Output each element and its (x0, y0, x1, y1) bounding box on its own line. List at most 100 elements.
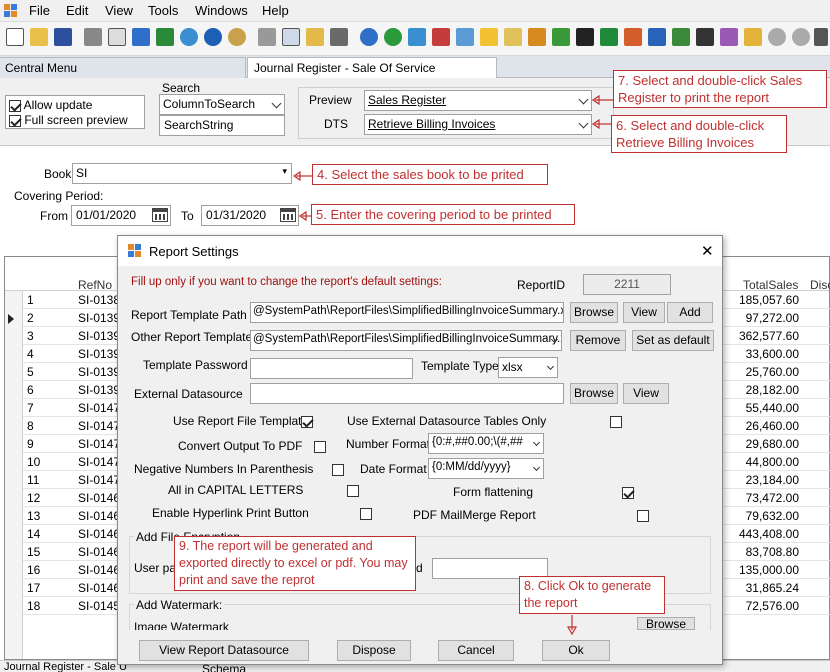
more-icon[interactable] (814, 28, 828, 46)
template-password-input[interactable] (250, 358, 413, 379)
shapes-icon[interactable] (624, 28, 642, 46)
pdf-mailmerge-checkbox[interactable] (637, 509, 650, 522)
refno-cell[interactable]: SI-0145 (78, 599, 120, 613)
zoom-in-icon[interactable] (792, 28, 810, 46)
refno-cell[interactable]: SI-0139 (78, 329, 120, 343)
help-icon[interactable] (360, 28, 378, 46)
column-to-search-select[interactable]: ColumnToSearch (159, 94, 285, 115)
search-string-input[interactable]: SearchString (159, 115, 285, 136)
row-number[interactable]: 17 (27, 581, 40, 595)
row-number[interactable]: 18 (27, 599, 40, 613)
menu-help[interactable]: Help (262, 3, 289, 18)
browse-watermark-button[interactable]: Browse (637, 617, 695, 630)
row-number[interactable]: 1 (27, 293, 34, 307)
tab-journal-register[interactable]: Journal Register - Sale Of Service (247, 57, 497, 78)
row-number[interactable]: 16 (27, 563, 40, 577)
view-datasource-button[interactable]: View (623, 383, 669, 404)
add-template-button[interactable]: Add (667, 302, 713, 323)
dts-select[interactable]: Retrieve Billing Invoices (364, 114, 592, 135)
menu-edit[interactable]: Edit (66, 3, 88, 18)
to-date-picker[interactable]: 01/31/2020 (201, 205, 299, 226)
star-icon[interactable] (480, 28, 498, 46)
template-path-input[interactable]: @SystemPath\ReportFiles\SimplifiedBillin… (250, 302, 564, 323)
refno-cell[interactable]: SI-0139 (78, 383, 120, 397)
database-icon[interactable] (672, 28, 690, 46)
from-date-picker[interactable]: 01/01/2020 (71, 205, 171, 226)
negative-numbers-checkbox[interactable] (331, 463, 344, 476)
row-number[interactable]: 14 (27, 527, 40, 541)
browse-datasource-button[interactable]: Browse (570, 383, 618, 404)
row-number[interactable]: 2 (27, 311, 34, 325)
ok-button[interactable]: Ok (542, 640, 610, 661)
row-number[interactable]: 7 (27, 401, 34, 415)
allow-update-option[interactable]: Allow update (9, 98, 92, 112)
column-header-refno[interactable]: RefNo (78, 278, 112, 292)
hammer-icon[interactable] (576, 28, 594, 46)
menu-tools[interactable]: Tools (148, 3, 178, 18)
menu-view[interactable]: View (105, 3, 133, 18)
paste-icon[interactable] (306, 28, 324, 46)
calendar-icon[interactable] (152, 208, 168, 222)
print-preview-icon[interactable] (108, 28, 126, 46)
export-icon[interactable] (156, 28, 174, 46)
row-number[interactable]: 10 (27, 455, 40, 469)
book-select[interactable]: SI ▾ (72, 163, 292, 184)
window-icon[interactable] (648, 28, 666, 46)
refno-cell[interactable]: SI-0138 (78, 293, 120, 307)
template-type-select[interactable]: xlsx (498, 357, 558, 378)
remove-template-button[interactable]: Remove (570, 330, 626, 351)
refno-cell[interactable]: SI-0146 (78, 491, 120, 505)
full-screen-preview-checkbox[interactable] (9, 114, 21, 127)
row-number[interactable]: 5 (27, 365, 34, 379)
set-as-default-button[interactable]: Set as default (632, 330, 714, 351)
column-header-totalsales[interactable]: TotalSales (743, 278, 798, 292)
row-number[interactable]: 9 (27, 437, 34, 451)
print-icon[interactable] (84, 28, 102, 46)
open-folder-icon[interactable] (30, 28, 48, 46)
menu-file[interactable]: File (29, 3, 50, 18)
close-icon[interactable]: ✕ (701, 242, 714, 260)
find-icon[interactable] (228, 28, 246, 46)
row-number[interactable]: 13 (27, 509, 40, 523)
grid-icon[interactable] (330, 28, 348, 46)
preview-select[interactable]: Sales Register (364, 90, 592, 111)
cut-icon[interactable] (258, 28, 276, 46)
full-screen-preview-option[interactable]: Full screen preview (9, 113, 128, 127)
refresh-icon[interactable] (180, 28, 198, 46)
copy-icon[interactable] (282, 28, 300, 46)
cm-icon[interactable] (432, 28, 450, 46)
brush-icon[interactable] (696, 28, 714, 46)
lock-icon[interactable] (744, 28, 762, 46)
undo-icon[interactable] (204, 28, 222, 46)
upload-icon[interactable] (132, 28, 150, 46)
row-number[interactable]: 4 (27, 347, 34, 361)
all-caps-checkbox[interactable] (347, 484, 360, 497)
date-format-select[interactable]: {0:MM/dd/yyyy} (428, 458, 544, 479)
convert-output-pdf-checkbox[interactable] (314, 440, 327, 453)
refno-cell[interactable]: SI-0147 (78, 437, 120, 451)
allow-update-checkbox[interactable] (9, 99, 21, 112)
use-report-file-template-checkbox[interactable] (301, 415, 313, 428)
cancel-button[interactable]: Cancel (438, 640, 514, 661)
calendar-icon[interactable] (280, 208, 296, 222)
key-icon[interactable] (720, 28, 738, 46)
use-external-tables-checkbox[interactable] (609, 415, 622, 428)
row-number[interactable]: 8 (27, 419, 34, 433)
refno-cell[interactable]: SI-0139 (78, 365, 120, 379)
form-flattening-checkbox[interactable] (622, 486, 635, 499)
number-format-select[interactable]: {0:#,##0.00;\(#,## (428, 433, 544, 454)
view-template-button[interactable]: View (623, 302, 665, 323)
column-header-disc[interactable]: Disc (810, 278, 830, 292)
calendar-icon[interactable] (408, 28, 426, 46)
refno-cell[interactable]: SI-0139 (78, 347, 120, 361)
refno-cell[interactable]: SI-0146 (78, 563, 120, 577)
row-number[interactable]: 12 (27, 491, 40, 505)
refno-cell[interactable]: SI-0147 (78, 455, 120, 469)
zoom-out-icon[interactable] (768, 28, 786, 46)
row-number[interactable]: 6 (27, 383, 34, 397)
refno-cell[interactable]: SI-0147 (78, 473, 120, 487)
enable-hyperlink-checkbox[interactable] (360, 507, 373, 520)
external-datasource-input[interactable] (250, 383, 564, 404)
refno-cell[interactable]: SI-0139 (78, 311, 120, 325)
pin-icon[interactable] (552, 28, 570, 46)
